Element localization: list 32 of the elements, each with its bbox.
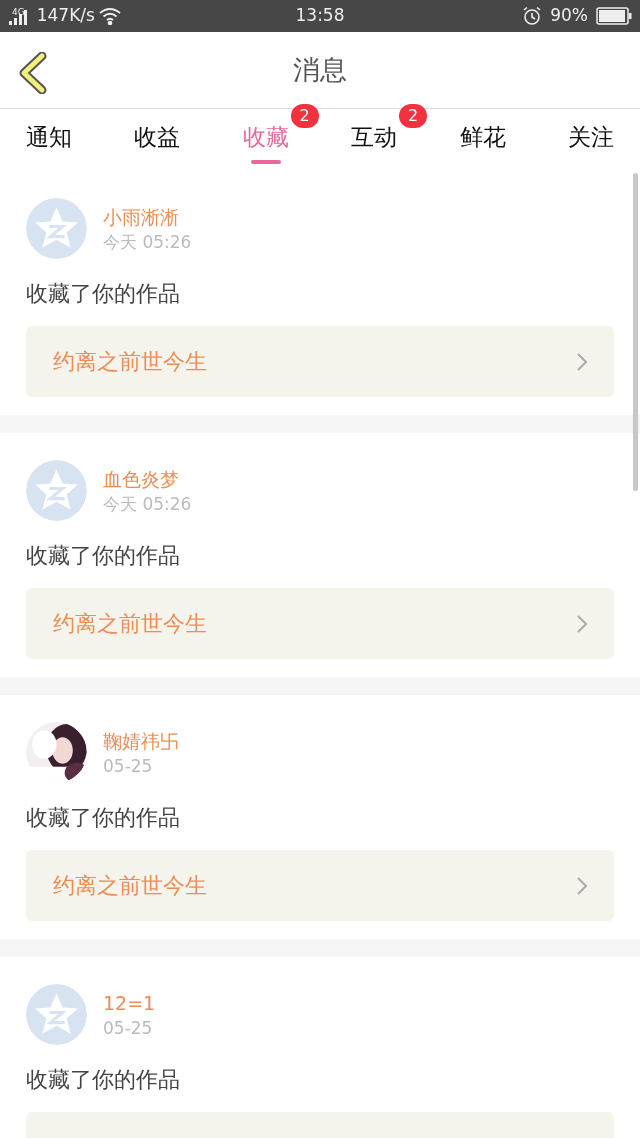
avatar-icon (26, 984, 87, 1045)
avatar-icon (26, 460, 87, 521)
chevron-icon (576, 351, 588, 372)
tab[interactable]: 关注 (567, 111, 614, 169)
user-name[interactable]: 12=1 (103, 989, 156, 1016)
work-link[interactable]: 约离之前世今生 (26, 850, 614, 921)
avatar-icon (26, 198, 87, 259)
user-name[interactable]: 鞠婧祎卐 (103, 727, 179, 754)
work-link[interactable]: 约离之前世今生 (26, 588, 614, 659)
user-name[interactable]: 血色炎梦 (103, 465, 192, 492)
page-title: 消息 (293, 52, 347, 87)
message-text: 收藏了你的作品 (26, 542, 181, 570)
message-text: 收藏了你的作品 (26, 280, 181, 308)
tab[interactable]: 通知 (26, 111, 72, 169)
work-link[interactable]: 约离之前世今生 (26, 326, 614, 397)
message-time: 05-25 (103, 754, 154, 778)
battery-percent: 90% (550, 4, 588, 28)
network-speed: 147K/s (36, 4, 95, 28)
user-name[interactable]: 小雨淅淅 (103, 203, 192, 230)
chevron-icon (576, 875, 588, 896)
message-time: 今天 05:26 (103, 492, 192, 516)
wifi-icon (98, 7, 121, 25)
message-text: 收藏了你的作品 (26, 1066, 181, 1094)
clock-time: 13:58 (295, 5, 345, 26)
message-time: 05-25 (103, 1016, 154, 1040)
battery-icon (596, 7, 632, 25)
tab[interactable]: 收益 (134, 111, 181, 169)
message-time: 今天 05:26 (103, 230, 192, 254)
alarm-icon (522, 6, 543, 26)
message-text: 收藏了你的作品 (26, 804, 181, 832)
chevron-icon (576, 613, 588, 634)
tab[interactable]: 鲜花 (459, 111, 506, 169)
